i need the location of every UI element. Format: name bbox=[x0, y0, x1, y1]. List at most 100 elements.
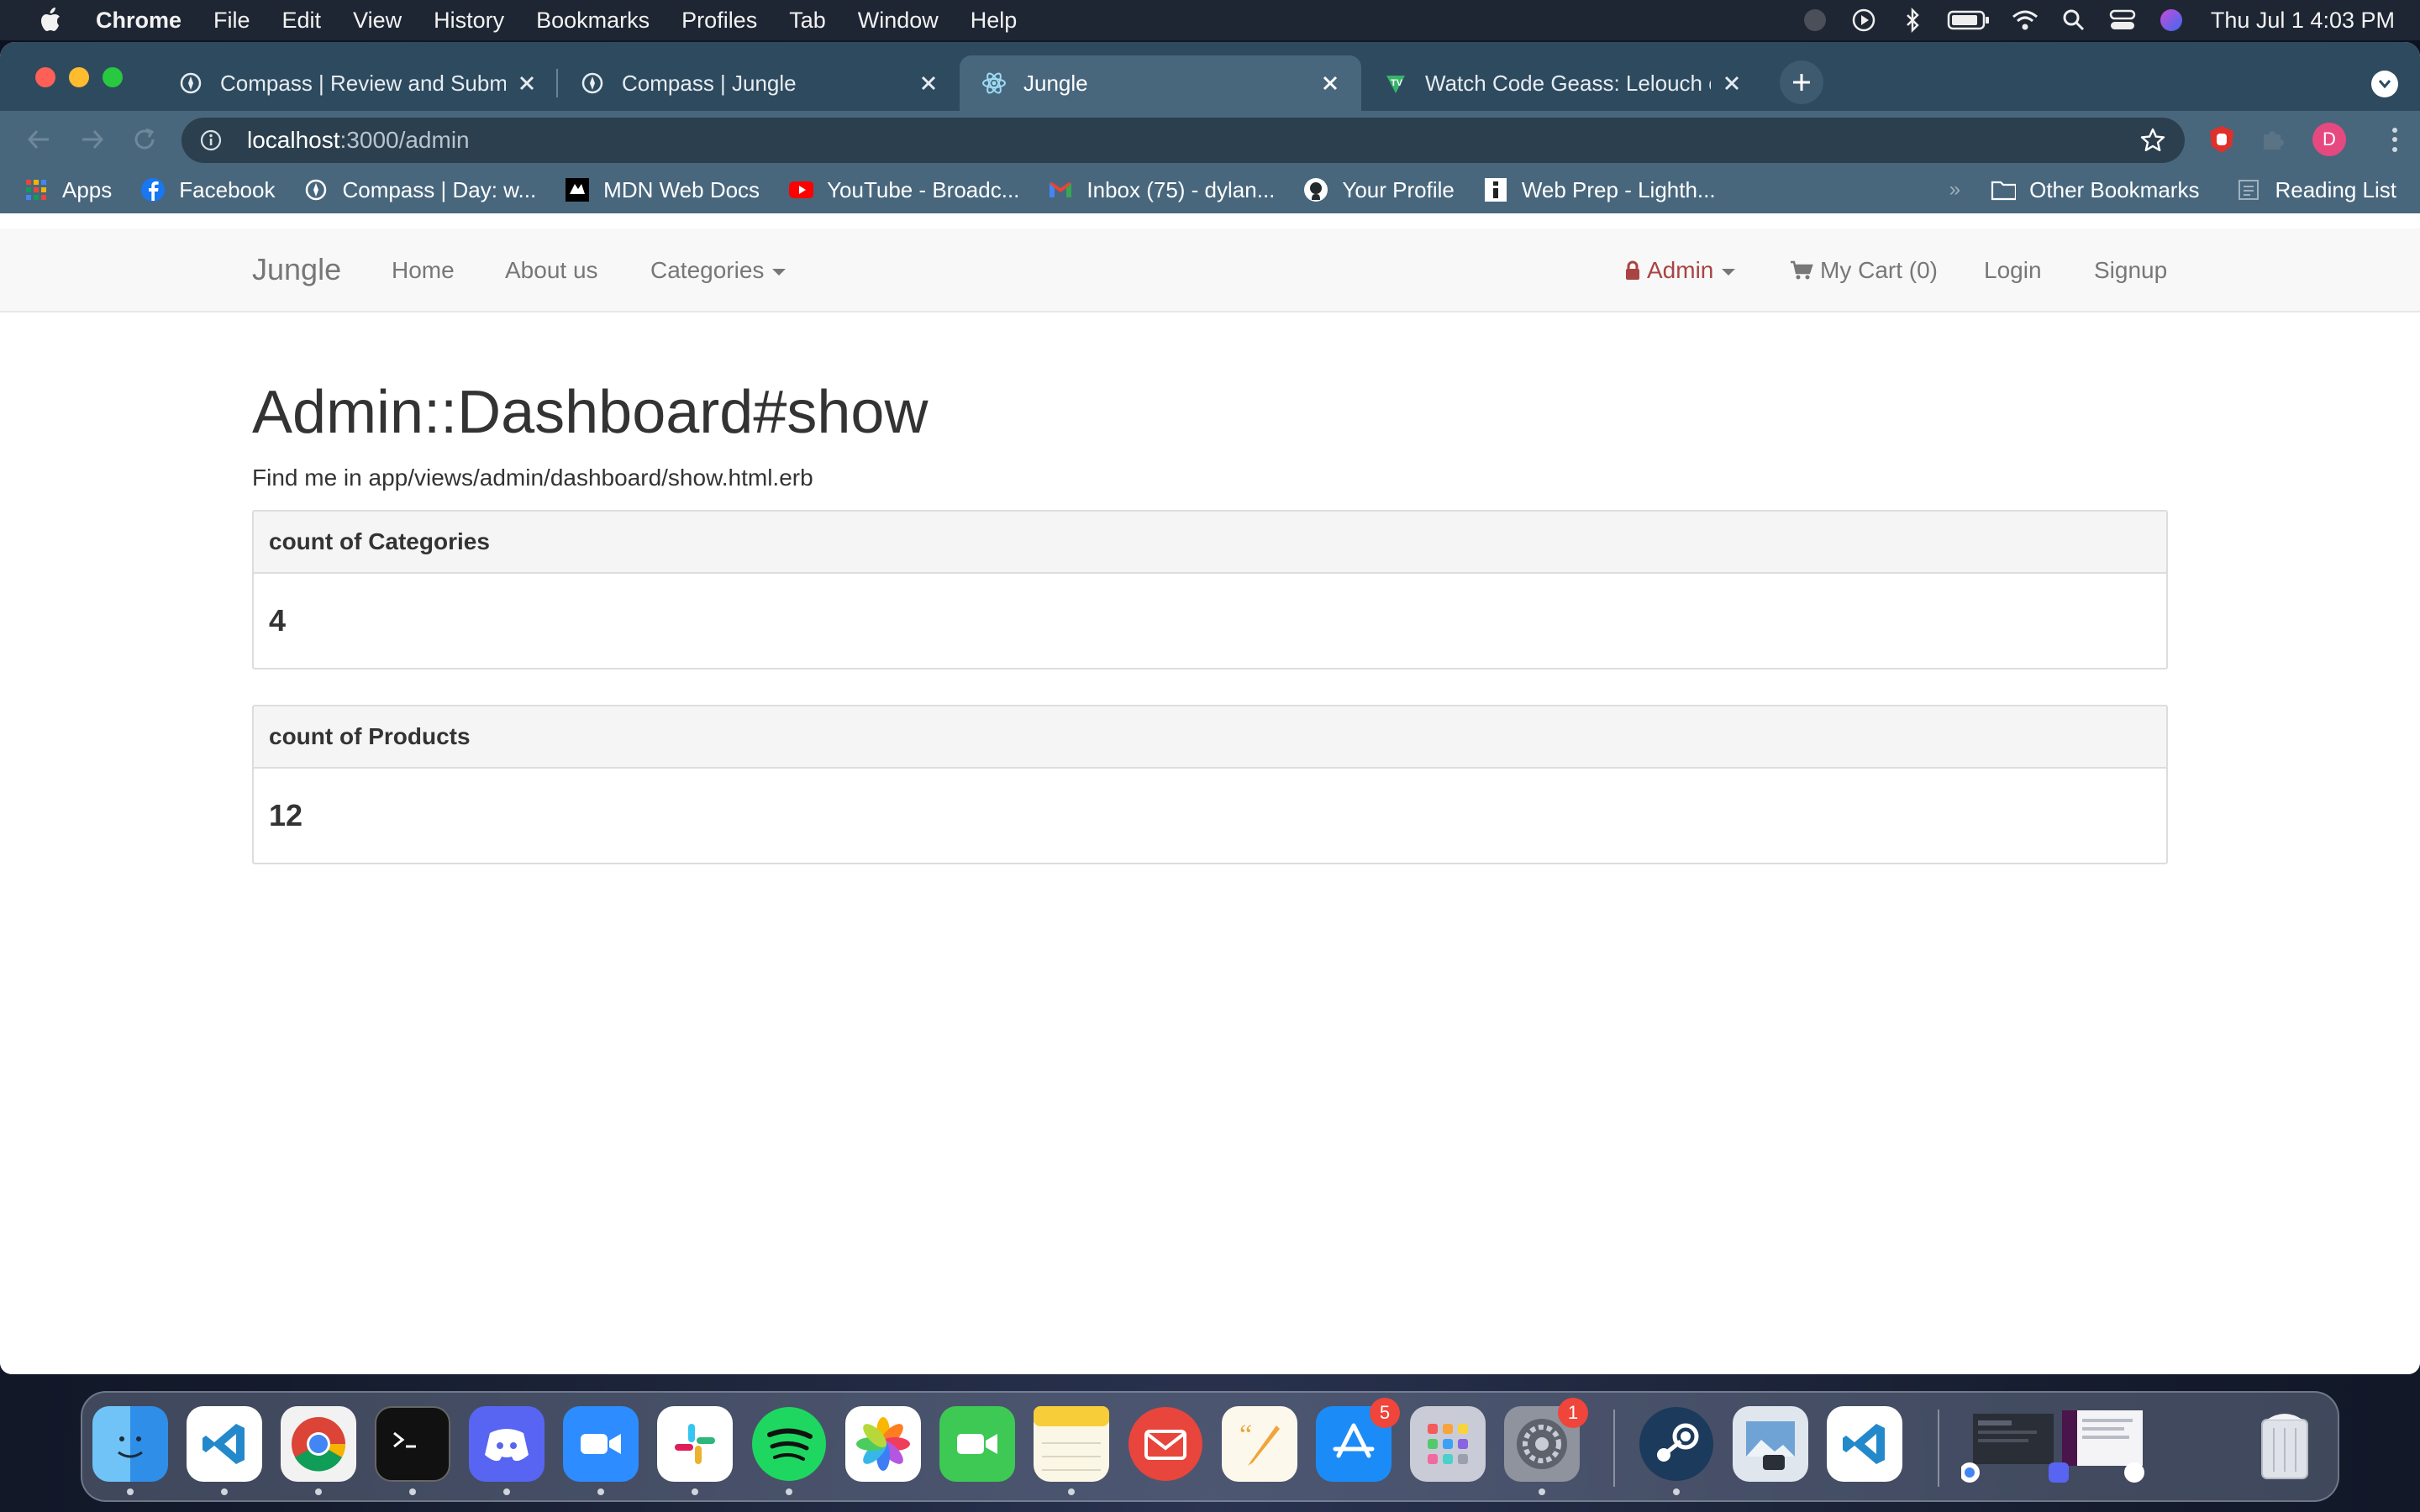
bookmark-label: YouTube - Broadc... bbox=[827, 176, 1020, 202]
menu-tab[interactable]: Tab bbox=[789, 8, 826, 34]
nav-signup-link[interactable]: Signup bbox=[2094, 257, 2167, 284]
discord-icon[interactable] bbox=[469, 1406, 544, 1482]
minimized-windows[interactable] bbox=[1961, 1406, 2146, 1483]
close-tab-icon[interactable] bbox=[516, 72, 538, 94]
site-brand-link[interactable]: Jungle bbox=[252, 252, 341, 287]
nav-about-link[interactable]: About us bbox=[505, 257, 598, 284]
tab-compass-review[interactable]: Compass | Review and Submit bbox=[156, 55, 558, 111]
bookmark-label: Apps bbox=[62, 176, 113, 202]
nav-admin-label: Admin bbox=[1647, 257, 1714, 283]
running-indicator bbox=[597, 1488, 604, 1495]
bookmark-web-prep[interactable]: Web Prep - Lighth... bbox=[1483, 177, 1716, 203]
new-tab-button[interactable] bbox=[1780, 60, 1823, 104]
menubar-clock[interactable]: Thu Jul 1 4:03 PM bbox=[2211, 8, 2395, 34]
preview-icon[interactable] bbox=[1733, 1406, 1808, 1482]
terminal-icon[interactable] bbox=[375, 1406, 450, 1482]
running-indicator bbox=[1539, 1488, 1545, 1495]
menu-window[interactable]: Window bbox=[858, 8, 939, 34]
reading-list-button[interactable]: Reading List bbox=[2236, 177, 2396, 203]
view-path-hint: Find me in app/views/admin/dashboard/sho… bbox=[252, 465, 813, 491]
back-arrow-icon[interactable] bbox=[22, 123, 55, 156]
menu-history[interactable]: History bbox=[434, 8, 504, 34]
steam-icon[interactable] bbox=[1639, 1406, 1714, 1482]
tab-jungle[interactable]: Jungle bbox=[960, 55, 1361, 111]
chrome-icon[interactable] bbox=[281, 1406, 356, 1482]
notes-icon[interactable] bbox=[1034, 1406, 1109, 1482]
chrome-menu-icon[interactable] bbox=[2386, 123, 2403, 156]
facetime-icon[interactable] bbox=[939, 1406, 1015, 1482]
close-window-button[interactable] bbox=[35, 67, 55, 87]
bluetooth-icon[interactable] bbox=[1898, 6, 1927, 34]
close-tab-icon[interactable] bbox=[1721, 72, 1743, 94]
site-info-icon[interactable] bbox=[198, 128, 224, 153]
bookmark-label: Other Bookmarks bbox=[2029, 176, 2200, 202]
mdn-icon bbox=[565, 177, 590, 202]
bookmark-gmail[interactable]: Inbox (75) - dylan... bbox=[1048, 177, 1275, 203]
react-icon bbox=[981, 71, 1007, 96]
trash-icon[interactable] bbox=[2247, 1406, 2323, 1482]
mail-icon[interactable] bbox=[1128, 1406, 1203, 1482]
nav-admin-dropdown[interactable]: Admin bbox=[1625, 257, 1736, 284]
minimize-window-button[interactable] bbox=[69, 67, 89, 87]
profile-avatar[interactable]: D bbox=[2312, 123, 2346, 156]
address-bar[interactable]: localhost:3000/admin bbox=[182, 118, 2185, 163]
slack-icon[interactable] bbox=[657, 1406, 733, 1482]
bookmark-apps[interactable]: Apps bbox=[24, 177, 112, 203]
running-indicator bbox=[503, 1488, 510, 1495]
bookmarks-overflow-chevron-icon[interactable]: » bbox=[1949, 178, 1960, 202]
spotlight-search-icon[interactable] bbox=[2060, 6, 2088, 34]
menu-edit[interactable]: Edit bbox=[282, 8, 322, 34]
zoom-window-button[interactable] bbox=[103, 67, 123, 87]
menubar-status-area: Thu Jul 1 4:03 PM bbox=[1781, 0, 2395, 40]
bookmark-compass-day[interactable]: Compass | Day: w... bbox=[303, 177, 536, 203]
bookmark-youtube[interactable]: YouTube - Broadc... bbox=[788, 177, 1019, 203]
spotify-icon[interactable] bbox=[751, 1406, 827, 1482]
bookmark-facebook[interactable]: Facebook bbox=[140, 177, 275, 203]
adblock-extension-icon[interactable] bbox=[2205, 123, 2238, 156]
close-tab-icon[interactable] bbox=[918, 72, 939, 94]
play-icon[interactable] bbox=[1849, 6, 1878, 34]
finder-icon[interactable] bbox=[92, 1406, 168, 1482]
tab-title: Compass | Review and Submit bbox=[220, 70, 506, 96]
bookmark-star-icon[interactable] bbox=[2139, 127, 2166, 154]
control-center-icon[interactable] bbox=[2108, 6, 2137, 34]
panel-value: 4 bbox=[269, 603, 287, 638]
forward-arrow-icon[interactable] bbox=[76, 123, 109, 156]
bookmark-label: Your Profile bbox=[1342, 176, 1455, 202]
wifi-icon[interactable] bbox=[2011, 6, 2039, 34]
tab-code-geass[interactable]: TV Watch Code Geass: Lelouch of bbox=[1361, 55, 1763, 111]
battery-icon[interactable] bbox=[1947, 6, 1991, 34]
extensions-puzzle-icon[interactable] bbox=[2255, 123, 2289, 156]
apple-menu-icon[interactable] bbox=[34, 5, 67, 35]
nav-home-link[interactable]: Home bbox=[392, 257, 455, 284]
tab-search-button[interactable] bbox=[2371, 71, 2398, 97]
menu-help[interactable]: Help bbox=[971, 8, 1018, 34]
close-tab-icon[interactable] bbox=[1319, 72, 1341, 94]
nav-cart-link[interactable]: My Cart (0) bbox=[1790, 257, 1938, 284]
pages-icon[interactable]: “ bbox=[1222, 1406, 1297, 1482]
nav-login-link[interactable]: Login bbox=[1984, 257, 2042, 284]
bookmark-mdn[interactable]: MDN Web Docs bbox=[565, 177, 760, 203]
menu-app-name[interactable]: Chrome bbox=[96, 8, 182, 34]
menu-file[interactable]: File bbox=[213, 8, 250, 34]
reload-icon[interactable] bbox=[128, 123, 161, 156]
app-store-icon[interactable]: 5 bbox=[1316, 1398, 1400, 1482]
menu-view[interactable]: View bbox=[353, 8, 402, 34]
siri-icon[interactable] bbox=[2157, 6, 2186, 34]
photos-icon[interactable] bbox=[845, 1406, 921, 1482]
zoom-icon[interactable] bbox=[563, 1406, 639, 1482]
bookmark-other-bookmarks[interactable]: Other Bookmarks bbox=[1991, 177, 2199, 203]
bookmark-label: Web Prep - Lighth... bbox=[1521, 176, 1716, 202]
record-icon[interactable] bbox=[1801, 6, 1829, 34]
vscode-icon[interactable] bbox=[187, 1406, 262, 1482]
vscode-icon[interactable] bbox=[1827, 1406, 1902, 1482]
menu-bookmarks[interactable]: Bookmarks bbox=[536, 8, 650, 34]
menu-profiles[interactable]: Profiles bbox=[681, 8, 757, 34]
macos-menu-bar: Chrome File Edit View History Bookmarks … bbox=[0, 0, 2420, 40]
nav-categories-dropdown[interactable]: Categories bbox=[650, 257, 786, 284]
launchpad-icon[interactable] bbox=[1410, 1406, 1486, 1482]
system-preferences-icon[interactable]: 1 bbox=[1504, 1398, 1588, 1482]
tab-compass-jungle[interactable]: Compass | Jungle bbox=[558, 55, 960, 111]
compass-icon bbox=[580, 71, 605, 96]
bookmark-github-profile[interactable]: Your Profile bbox=[1303, 176, 1455, 203]
